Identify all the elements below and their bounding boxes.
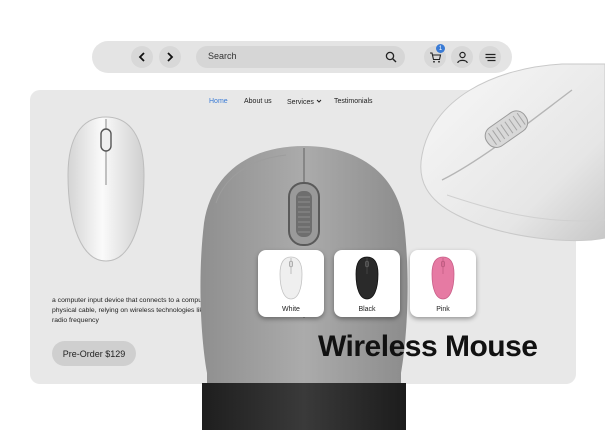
white-mouse-angled-image xyxy=(420,63,605,242)
color-option-white[interactable]: White xyxy=(258,250,324,317)
search-placeholder: Search xyxy=(208,51,237,61)
pink-mouse-thumbnail xyxy=(431,256,455,300)
color-option-black[interactable]: Black xyxy=(334,250,400,317)
nav-home[interactable]: Home xyxy=(209,98,228,105)
product-title: Wireless Mouse xyxy=(318,330,538,363)
white-mouse-thumbnail xyxy=(279,256,303,300)
black-mouse-thumbnail xyxy=(355,256,379,300)
forward-button[interactable] xyxy=(159,46,181,68)
color-option-pink[interactable]: Pink xyxy=(410,250,476,317)
nav-services[interactable]: Services xyxy=(287,98,322,106)
search-icon[interactable] xyxy=(385,51,397,63)
chevron-right-icon xyxy=(167,52,174,62)
nav-services-label: Services xyxy=(287,99,314,106)
chevron-down-icon xyxy=(316,99,322,103)
white-mouse-top-view-image xyxy=(67,116,145,262)
search-input[interactable]: Search xyxy=(196,46,405,68)
color-label: Black xyxy=(358,306,376,313)
color-label: White xyxy=(282,306,300,313)
nav-testimonials[interactable]: Testimonials xyxy=(334,98,373,105)
cart-count-badge: 1 xyxy=(436,44,445,53)
preorder-button[interactable]: Pre-Order $129 xyxy=(52,341,136,366)
color-label: Pink xyxy=(436,306,450,313)
chevron-left-icon xyxy=(138,52,145,62)
nav-about-us[interactable]: About us xyxy=(244,98,272,105)
back-button[interactable] xyxy=(131,46,153,68)
